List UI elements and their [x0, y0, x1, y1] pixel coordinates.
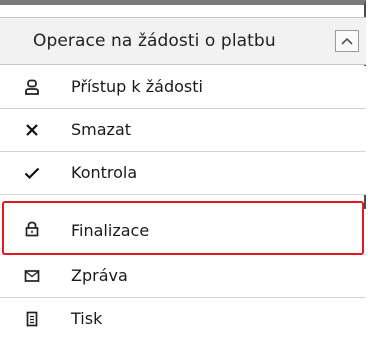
menu-item-zprava[interactable]: Zpráva: [0, 255, 366, 298]
lock-icon: [22, 219, 42, 239]
menu-item-finalizace[interactable]: Finalizace: [0, 209, 366, 255]
menu-item-label: Smazat: [71, 120, 132, 139]
menu-item-pristup[interactable]: Přístup k žádosti: [0, 66, 366, 109]
menu-item-label: Tisk: [71, 309, 103, 328]
checkmark-icon: [22, 163, 42, 183]
menu-item-tisk[interactable]: Tisk: [0, 298, 366, 341]
actions-panel: Operace na žádosti o platbu Přístup k žá…: [0, 0, 366, 341]
user-icon: [22, 77, 42, 97]
menu-item-label: Zpráva: [71, 266, 128, 285]
menu-item-label: Finalizace: [71, 221, 150, 240]
panel-title: Operace na žádosti o platbu: [33, 31, 276, 51]
panel-header: Operace na žádosti o platbu: [0, 17, 366, 65]
menu-item-label: Kontrola: [71, 163, 138, 182]
envelope-icon: [22, 266, 42, 286]
menu-item-kontrola[interactable]: Kontrola: [0, 152, 366, 195]
collapse-button[interactable]: [335, 30, 359, 52]
close-icon: [22, 120, 42, 140]
chevron-up-icon: [341, 37, 353, 45]
menu-item-label: Přístup k žádosti: [71, 77, 203, 96]
menu-item-smazat[interactable]: Smazat: [0, 109, 366, 152]
document-icon: [22, 309, 42, 329]
